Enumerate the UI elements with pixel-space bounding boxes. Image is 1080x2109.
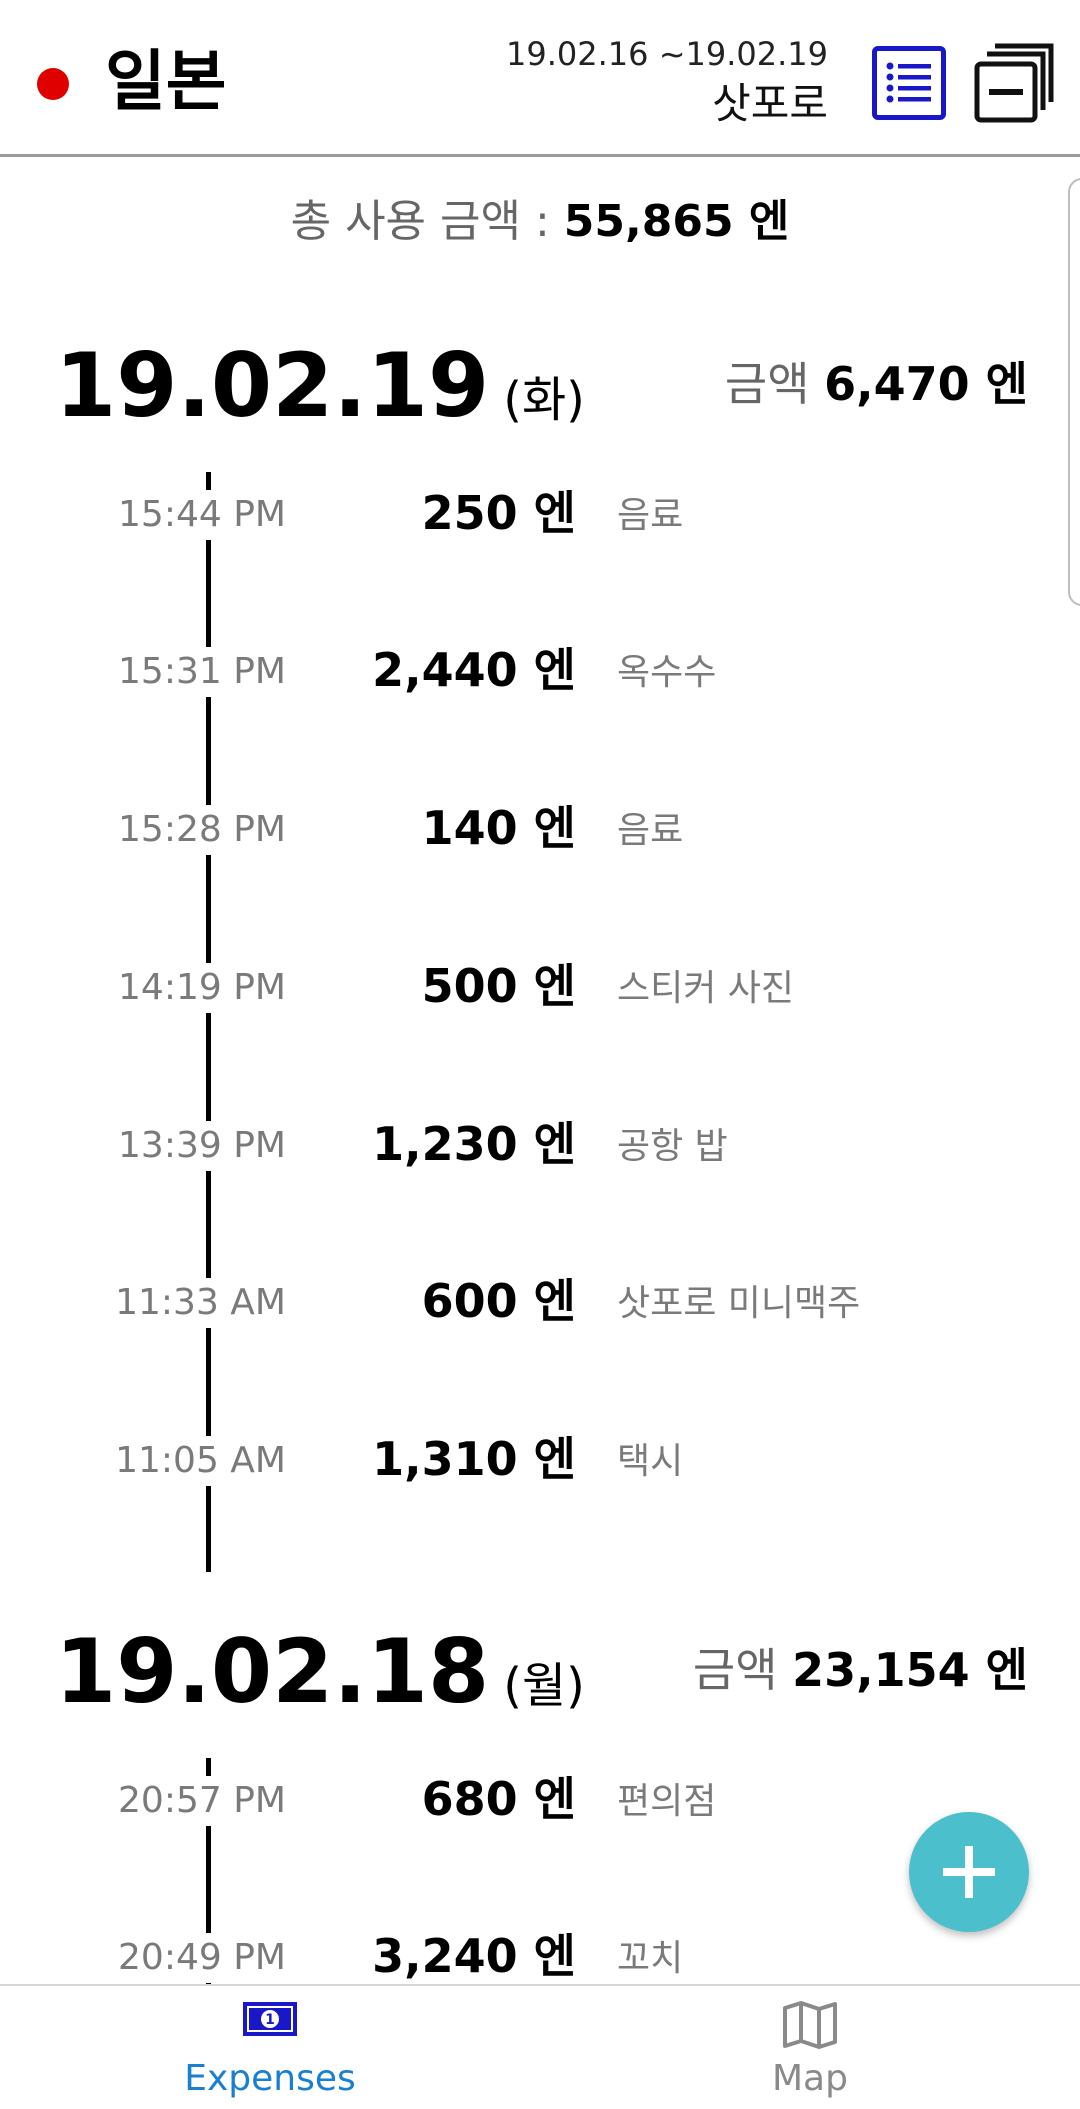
day-date-text: 19.02.18 <box>55 1620 490 1723</box>
expense-entry[interactable]: 15:28 PM 140 엔 음료 <box>0 795 1080 875</box>
entry-amount: 600 엔 <box>421 1274 576 1328</box>
nav-expenses-label: Expenses <box>184 2058 356 2099</box>
expense-entry[interactable]: 15:44 PM 250 엔 음료 <box>0 480 1080 560</box>
trip-city: 삿포로 <box>712 79 828 128</box>
list-view-button[interactable] <box>872 46 946 120</box>
expense-entry[interactable]: 20:57 PM 680 엔 편의점 <box>0 1766 1080 1846</box>
entry-category: 스티커 사진 <box>617 968 795 1009</box>
entry-amount: 250 엔 <box>421 486 576 540</box>
expense-entry[interactable]: 11:05 AM 1,310 엔 택시 <box>0 1426 1080 1506</box>
map-icon <box>783 2001 837 2049</box>
entry-time: 15:28 PM <box>90 805 290 855</box>
entry-time-text: 14:19 PM <box>114 967 290 1008</box>
day-date-text: 19.02.19 <box>55 334 490 437</box>
total-amount: 55,865 엔 <box>563 196 790 247</box>
total-spent: 총 사용 금액 : 55,865 엔 <box>0 192 1080 252</box>
expense-entry[interactable]: 15:31 PM 2,440 엔 옥수수 <box>0 637 1080 717</box>
entry-amount: 140 엔 <box>421 801 576 855</box>
entry-amount: 3,240 엔 <box>372 1929 576 1983</box>
entry-category: 삿포로 미니맥주 <box>617 1283 861 1324</box>
add-expense-button[interactable] <box>909 1812 1029 1932</box>
list-icon <box>886 62 931 103</box>
day-sum-label: 금액 <box>692 1643 793 1697</box>
entry-time: 15:44 PM <box>90 490 290 540</box>
entry-time-text: 11:05 AM <box>111 1440 290 1481</box>
trips-button[interactable] <box>973 42 1055 124</box>
entry-category: 음료 <box>617 810 684 851</box>
copy-windows-icon <box>974 43 1054 123</box>
entry-time-text: 15:44 PM <box>114 494 290 535</box>
day-sum-amount: 6,470 엔 <box>824 357 1028 411</box>
entry-category: 옥수수 <box>617 652 717 693</box>
expense-entry[interactable]: 11:33 AM 600 엔 삿포로 미니맥주 <box>0 1268 1080 1348</box>
expense-app: 일본 19.02.16 ~19.02.19 삿포로 총 사용 금액: 55,8… <box>0 0 1080 2109</box>
money-bill-icon: 1 <box>243 2002 297 2036</box>
entry-time: 20:49 PM <box>90 1933 290 1983</box>
nav-map-label: Map <box>772 2058 848 2099</box>
bottom-navigation: 1 Expenses Map <box>0 1984 1080 2109</box>
entry-time-text: 15:31 PM <box>114 651 290 692</box>
nav-map[interactable]: Map <box>540 1986 1080 2109</box>
country-title: 일본 <box>105 43 227 120</box>
entry-time-text: 15:28 PM <box>114 809 290 850</box>
day-date: 19.02.19 (화) <box>55 336 585 450</box>
entry-time-text: 13:39 PM <box>114 1125 290 1166</box>
entry-time: 11:33 AM <box>90 1278 290 1328</box>
entry-category: 편의점 <box>617 1781 717 1822</box>
nav-expenses[interactable]: 1 Expenses <box>0 1986 540 2109</box>
entry-time: 13:39 PM <box>90 1121 290 1171</box>
day-sum: 금액 23,154 엔 <box>693 1640 1028 1700</box>
entry-amount: 500 엔 <box>421 959 576 1013</box>
entry-amount: 1,310 엔 <box>372 1432 576 1486</box>
expense-entry[interactable]: 13:39 PM 1,230 엔 공항 밥 <box>0 1111 1080 1191</box>
svg-text:1: 1 <box>265 2012 275 2028</box>
entry-category: 공항 밥 <box>617 1126 728 1167</box>
day-sum-label: 금액 <box>724 357 825 411</box>
entry-time: 20:57 PM <box>90 1776 290 1826</box>
day-weekday: (화) <box>503 372 585 428</box>
entry-time-text: 11:33 AM <box>111 1282 290 1323</box>
entry-time: 14:19 PM <box>90 963 290 1013</box>
total-label: 총 사용 금액 : <box>290 196 564 247</box>
day-date: 19.02.18 (월) <box>55 1622 585 1736</box>
entry-category: 택시 <box>617 1441 684 1482</box>
entry-time-text: 20:49 PM <box>114 1937 290 1978</box>
entry-time: 11:05 AM <box>90 1436 290 1486</box>
plus-icon <box>943 1846 995 1898</box>
day-weekday: (월) <box>503 1658 585 1714</box>
entry-amount: 680 엔 <box>421 1772 576 1826</box>
japan-flag-icon <box>37 68 69 100</box>
top-header: 일본 19.02.16 ~19.02.19 삿포로 <box>0 0 1080 157</box>
trip-info: 19.02.16 ~19.02.19 삿포로 <box>506 34 828 132</box>
entry-category: 음료 <box>617 495 684 536</box>
entry-amount: 2,440 엔 <box>372 643 576 697</box>
day-sum-amount: 23,154 엔 <box>792 1643 1028 1697</box>
entry-time-text: 20:57 PM <box>114 1780 290 1821</box>
entry-category: 꼬치 <box>617 1938 684 1979</box>
entry-amount: 1,230 엔 <box>372 1117 576 1171</box>
expense-entry[interactable]: 14:19 PM 500 엔 스티커 사진 <box>0 953 1080 1033</box>
day-sum: 금액 6,470 엔 <box>725 354 1028 414</box>
trip-date-range: 19.02.16 ~19.02.19 <box>506 35 828 73</box>
entry-time: 15:31 PM <box>90 647 290 697</box>
